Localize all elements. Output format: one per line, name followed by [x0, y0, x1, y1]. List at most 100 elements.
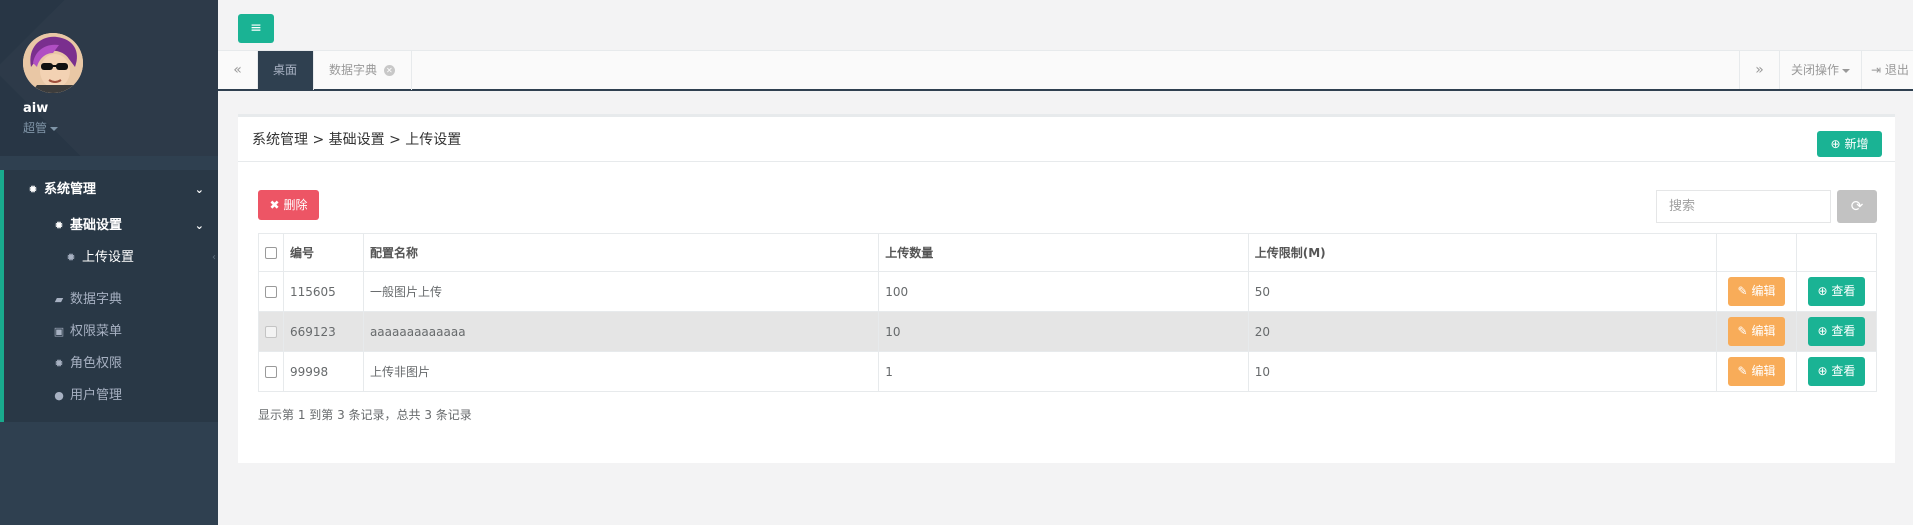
search-input[interactable]: [1656, 190, 1831, 223]
times-icon: ✖: [269, 198, 280, 212]
sidebar-item-data-dictionary[interactable]: ▰ 数据字典: [4, 284, 218, 316]
logout-label: 退出: [1884, 63, 1909, 77]
avatar[interactable]: [23, 33, 83, 93]
view-button[interactable]: ⊕ 查看: [1807, 277, 1866, 306]
collapse-arrow-icon[interactable]: ‹: [212, 252, 216, 263]
edit-button[interactable]: ✎ 编辑: [1727, 357, 1786, 386]
edit-icon: ✎: [1737, 324, 1748, 338]
sidebar-item-label: 权限菜单: [70, 324, 123, 339]
topbar: ≡: [218, 0, 1913, 50]
edit-button[interactable]: ✎ 编辑: [1727, 277, 1786, 306]
cell-id: 99998: [283, 351, 364, 392]
close-operations-dropdown[interactable]: 关闭操作: [1779, 51, 1861, 89]
table-header-row: 编号 配置名称 上传数量 上传限制(M): [258, 233, 1878, 272]
close-icon[interactable]: ✕: [383, 65, 395, 76]
view-button[interactable]: ⊕ 查看: [1807, 357, 1866, 386]
cell-name: aaaaaaaaaaaaa: [362, 311, 880, 352]
plus-circle-icon: ⊕: [1830, 137, 1841, 151]
column-header-edit: [1716, 233, 1797, 272]
cell-limit: 10: [1247, 351, 1718, 392]
caret-down-icon: [50, 126, 59, 131]
book-icon: ▰: [54, 293, 64, 306]
sidebar-item-label: 数据字典: [70, 292, 123, 307]
chevron-down-icon: ⌄: [194, 183, 204, 196]
cell-limit: 20: [1247, 311, 1718, 352]
sidebar-item-upload-settings[interactable]: ✹ 上传设置: [4, 242, 218, 274]
column-header-name[interactable]: 配置名称: [362, 233, 880, 272]
select-all-checkbox[interactable]: [265, 247, 277, 259]
column-header-limit[interactable]: 上传限制(M): [1247, 233, 1718, 272]
tab-data-dictionary[interactable]: 数据字典 ✕: [314, 51, 412, 90]
view-button-label: 查看: [1831, 324, 1856, 338]
profile-panel: aiw 超管: [0, 0, 218, 156]
column-header-view: [1795, 233, 1878, 272]
refresh-icon: ⟳: [1850, 197, 1864, 215]
add-button-label: 新增: [1844, 137, 1869, 151]
edit-button[interactable]: ✎ 编辑: [1727, 317, 1786, 346]
refresh-button[interactable]: ⟳: [1837, 190, 1877, 223]
cell-id: 669123: [283, 311, 364, 352]
tab-label: 桌面: [273, 63, 298, 77]
cell-count: 1: [878, 351, 1249, 392]
edit-button-label: 编辑: [1751, 324, 1776, 338]
sidebar-item-label: 系统管理: [44, 182, 97, 197]
user-name: aiw: [23, 101, 49, 116]
user-role-label: 超管: [23, 121, 48, 135]
gear-icon: ✹: [66, 251, 76, 264]
sign-out-icon: ⇥: [1871, 63, 1882, 77]
cell-name: 上传非图片: [362, 351, 880, 392]
plus-circle-icon: ⊕: [1817, 284, 1828, 298]
cell-count: 100: [878, 271, 1249, 312]
logout-button[interactable]: ⇥ 退出: [1861, 51, 1913, 89]
cell-count: 10: [878, 311, 1249, 352]
user-role-dropdown[interactable]: 超管: [23, 119, 59, 136]
double-chevron-left-icon: «: [233, 62, 242, 78]
data-table: 编号 配置名称 上传数量 上传限制(M) 115605 一般图片上传 100 5…: [258, 233, 1878, 392]
gear-icon: ✹: [54, 357, 64, 370]
tab-scroll-left-button[interactable]: «: [218, 51, 258, 89]
tab-scroll-right-button[interactable]: »: [1739, 51, 1779, 89]
edit-icon: ✎: [1737, 284, 1748, 298]
table-row[interactable]: 669123 aaaaaaaaaaaaa 10 20 ✎ 编辑 ⊕ 查看: [258, 311, 1878, 352]
edit-button-label: 编辑: [1751, 364, 1776, 378]
sidebar-item-role-permission[interactable]: ✹ 角色权限: [4, 348, 218, 380]
sidebar-nav: ✹ 系统管理 ⌄ ✹ 基础设置 ⌄ ✹ 上传设置 ▰ 数据字典 ▣ 权限菜单 ✹ 角色权限 …: [0, 170, 218, 422]
view-button[interactable]: ⊕ 查看: [1807, 317, 1866, 346]
delete-button-label: 删除: [283, 198, 308, 212]
tab-bar: « 桌面 数据字典 ✕ » 关闭操作 ⇥ 退出: [218, 50, 1913, 91]
menu-toggle-button[interactable]: ≡: [238, 14, 274, 43]
double-chevron-right-icon: »: [1755, 62, 1764, 78]
row-checkbox[interactable]: [265, 326, 277, 338]
plus-circle-icon: ⊕: [1817, 364, 1828, 378]
cell-id: 115605: [283, 271, 364, 312]
cell-limit: 50: [1247, 271, 1718, 312]
sidebar-item-basic-settings[interactable]: ✹ 基础设置 ⌄: [4, 210, 218, 242]
column-header-count[interactable]: 上传数量: [878, 233, 1249, 272]
content-panel: 系统管理 > 基础设置 > 上传设置 ⊕ 新增 ✖ 删除 ⟳: [238, 114, 1895, 463]
hamburger-icon: ≡: [250, 20, 262, 36]
row-checkbox[interactable]: [265, 286, 277, 298]
sidebar: aiw 超管 ✹ 系统管理 ⌄ ✹ 基础设置 ⌄ ✹ 上传设置 ▰ 数据字典 ▣ 权限菜单: [0, 0, 218, 525]
panel-header: 系统管理 > 基础设置 > 上传设置 ⊕ 新增: [238, 117, 1895, 162]
chevron-down-icon: ⌄: [194, 219, 204, 232]
sidebar-item-permission-menu[interactable]: ▣ 权限菜单: [4, 316, 218, 348]
gear-icon: ✹: [54, 219, 64, 232]
tab-desktop[interactable]: 桌面: [258, 51, 314, 90]
sidebar-item-label: 上传设置: [82, 250, 135, 265]
sidebar-item-label: 基础设置: [70, 218, 123, 233]
edit-button-label: 编辑: [1751, 284, 1776, 298]
view-button-label: 查看: [1831, 284, 1856, 298]
sidebar-item-user-management[interactable]: ● 用户管理: [4, 380, 218, 412]
tab-label: 数据字典: [329, 63, 378, 77]
close-operations-label: 关闭操作: [1790, 63, 1839, 77]
table-row[interactable]: 99998 上传非图片 1 10 ✎ 编辑 ⊕ 查看: [258, 351, 1878, 392]
column-header-id[interactable]: 编号: [283, 233, 364, 272]
breadcrumb: 系统管理 > 基础设置 > 上传设置: [252, 132, 462, 148]
row-checkbox[interactable]: [265, 366, 277, 378]
table-row[interactable]: 115605 一般图片上传 100 50 ✎ 编辑 ⊕ 查看: [258, 271, 1878, 312]
users-icon: ●: [54, 389, 64, 402]
pagination-info: 显示第 1 到第 3 条记录，总共 3 条记录: [258, 408, 472, 422]
add-button[interactable]: ⊕ 新增: [1817, 131, 1882, 157]
delete-button[interactable]: ✖ 删除: [258, 190, 319, 220]
sidebar-item-system[interactable]: ✹ 系统管理 ⌄: [4, 170, 218, 210]
